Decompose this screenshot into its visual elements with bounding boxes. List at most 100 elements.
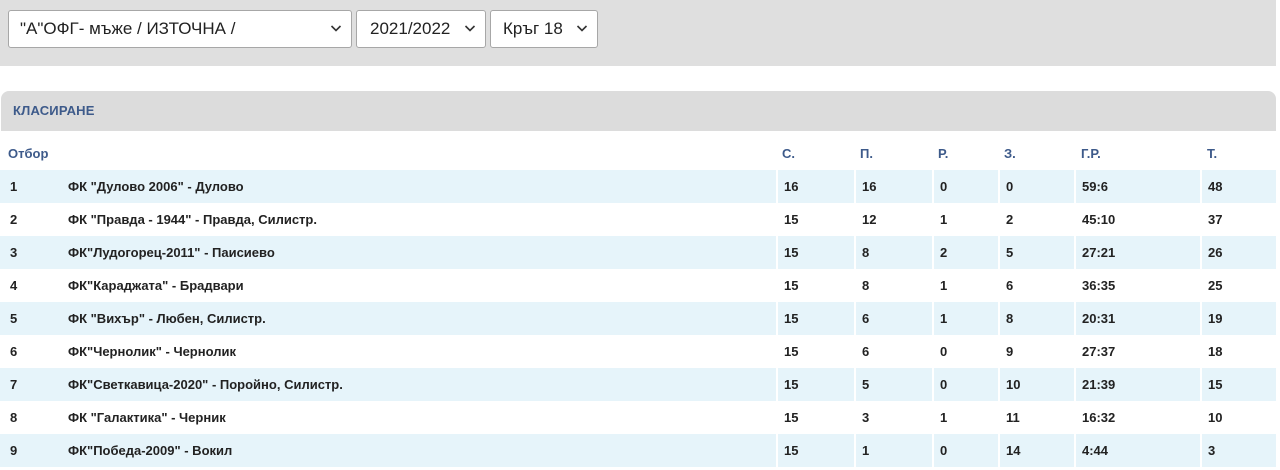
round-select-value: Кръг 18 xyxy=(503,19,563,38)
won-cell: 12 xyxy=(854,203,932,236)
header-won: П. xyxy=(860,146,873,161)
drawn-cell: 1 xyxy=(932,203,998,236)
played-cell: 15 xyxy=(776,401,854,434)
league-select[interactable]: "А"ОФГ- мъже / ИЗТОЧНА / xyxy=(8,10,352,48)
team-cell: ФК"Светкавица-2020" - Поройно, Силистр. xyxy=(68,377,343,392)
league-select-value: "А"ОФГ- мъже / ИЗТОЧНА / xyxy=(20,19,236,38)
rank-cell: 8 xyxy=(10,410,18,425)
points-cell: 3 xyxy=(1200,434,1276,467)
points-cell: 25 xyxy=(1200,269,1276,302)
played-cell: 15 xyxy=(776,269,854,302)
table-row: 8 ФК "Галактика" - Черник 15 3 1 11 16:32 10 xyxy=(0,401,1276,434)
team-cell: ФК"Чернолик" - Чернолик xyxy=(68,344,236,359)
standings-title: КЛАСИРАНЕ xyxy=(13,103,95,118)
points-cell: 26 xyxy=(1200,236,1276,269)
lost-cell: 11 xyxy=(998,401,1074,434)
filter-bar: "А"ОФГ- мъже / ИЗТОЧНА / 2021/2022 Кръг … xyxy=(0,0,1276,66)
lost-cell: 5 xyxy=(998,236,1074,269)
drawn-cell: 0 xyxy=(932,170,998,203)
team-cell: ФК"Лудогорец-2011" - Паисиево xyxy=(68,245,275,260)
header-lost: З. xyxy=(1004,146,1016,161)
drawn-cell: 0 xyxy=(932,335,998,368)
header-played: С. xyxy=(782,146,795,161)
points-cell: 19 xyxy=(1200,302,1276,335)
rank-cell: 5 xyxy=(10,311,18,326)
chevron-down-icon xyxy=(464,25,476,32)
points-cell: 10 xyxy=(1200,401,1276,434)
rank-cell: 3 xyxy=(10,245,18,260)
played-cell: 15 xyxy=(776,434,854,467)
table-row: 4 ФК"Караджата" - Брадвари 15 8 1 6 36:35 25 xyxy=(0,269,1276,302)
team-cell: ФК "Вихър" - Любен, Силистр. xyxy=(68,311,266,326)
round-select[interactable]: Кръг 18 xyxy=(490,10,598,48)
points-cell: 37 xyxy=(1200,203,1276,236)
goals-cell: 20:31 xyxy=(1074,302,1200,335)
rank-cell: 7 xyxy=(10,377,18,392)
lost-cell: 6 xyxy=(998,269,1074,302)
goals-cell: 16:32 xyxy=(1074,401,1200,434)
points-cell: 18 xyxy=(1200,335,1276,368)
goals-cell: 45:10 xyxy=(1074,203,1200,236)
table-row: 1 ФК "Дулово 2006" - Дулово 16 16 0 0 59:6 48 xyxy=(0,170,1276,203)
lost-cell: 8 xyxy=(998,302,1074,335)
rank-cell: 4 xyxy=(10,278,18,293)
table-row: 7 ФК"Светкавица-2020" - Поройно, Силистр.… xyxy=(0,368,1276,401)
points-cell: 48 xyxy=(1200,170,1276,203)
rank-cell: 1 xyxy=(10,179,18,194)
drawn-cell: 1 xyxy=(932,269,998,302)
drawn-cell: 1 xyxy=(932,401,998,434)
played-cell: 15 xyxy=(776,203,854,236)
lost-cell: 10 xyxy=(998,368,1074,401)
goals-cell: 4:44 xyxy=(1074,434,1200,467)
chevron-down-icon xyxy=(330,25,342,32)
table-header-row: Отбор С. П. Р. З. Г.Р. Т. xyxy=(0,138,1276,170)
team-cell: ФК"Караджата" - Брадвари xyxy=(68,278,244,293)
drawn-cell: 1 xyxy=(932,302,998,335)
goals-cell: 27:37 xyxy=(1074,335,1200,368)
played-cell: 15 xyxy=(776,236,854,269)
header-goals: Г.Р. xyxy=(1081,146,1101,161)
drawn-cell: 2 xyxy=(932,236,998,269)
standings-table: Отбор С. П. Р. З. Г.Р. Т. 1 ФК "Дулово 20… xyxy=(0,138,1276,467)
won-cell: 6 xyxy=(854,335,932,368)
season-select[interactable]: 2021/2022 xyxy=(356,10,486,48)
played-cell: 15 xyxy=(776,368,854,401)
goals-cell: 21:39 xyxy=(1074,368,1200,401)
team-cell: ФК "Галактика" - Черник xyxy=(68,410,226,425)
goals-cell: 27:21 xyxy=(1074,236,1200,269)
table-row: 2 ФК "Правда - 1944" - Правда, Силистр. 15… xyxy=(0,203,1276,236)
played-cell: 15 xyxy=(776,302,854,335)
team-cell: ФК "Правда - 1944" - Правда, Силистр. xyxy=(68,212,317,227)
header-points: Т. xyxy=(1207,146,1218,161)
drawn-cell: 0 xyxy=(932,434,998,467)
table-row: 3 ФК"Лудогорец-2011" - Паисиево 15 8 2 5 27:21… xyxy=(0,236,1276,269)
table-row: 6 ФК"Чернолик" - Чернолик 15 6 0 9 27:37 18 xyxy=(0,335,1276,368)
lost-cell: 9 xyxy=(998,335,1074,368)
lost-cell: 14 xyxy=(998,434,1074,467)
team-cell: ФК "Дулово 2006" - Дулово xyxy=(68,179,244,194)
won-cell: 3 xyxy=(854,401,932,434)
season-select-value: 2021/2022 xyxy=(370,19,451,38)
points-cell: 15 xyxy=(1200,368,1276,401)
won-cell: 1 xyxy=(854,434,932,467)
won-cell: 8 xyxy=(854,269,932,302)
lost-cell: 2 xyxy=(998,203,1074,236)
chevron-down-icon xyxy=(576,25,588,32)
standings-panel-header: КЛАСИРАНЕ xyxy=(1,91,1276,131)
won-cell: 6 xyxy=(854,302,932,335)
goals-cell: 36:35 xyxy=(1074,269,1200,302)
header-team: Отбор xyxy=(8,146,49,161)
rank-cell: 2 xyxy=(10,212,18,227)
drawn-cell: 0 xyxy=(932,368,998,401)
rank-cell: 6 xyxy=(10,344,18,359)
played-cell: 15 xyxy=(776,335,854,368)
table-row: 5 ФК "Вихър" - Любен, Силистр. 15 6 1 8 20:31 1… xyxy=(0,302,1276,335)
rank-cell: 9 xyxy=(10,443,18,458)
won-cell: 16 xyxy=(854,170,932,203)
played-cell: 16 xyxy=(776,170,854,203)
lost-cell: 0 xyxy=(998,170,1074,203)
won-cell: 8 xyxy=(854,236,932,269)
team-cell: ФК"Победа-2009" - Вокил xyxy=(68,443,233,458)
table-row: 9 ФК"Победа-2009" - Вокил 15 1 0 14 4:44 3 xyxy=(0,434,1276,467)
header-drawn: Р. xyxy=(938,146,949,161)
